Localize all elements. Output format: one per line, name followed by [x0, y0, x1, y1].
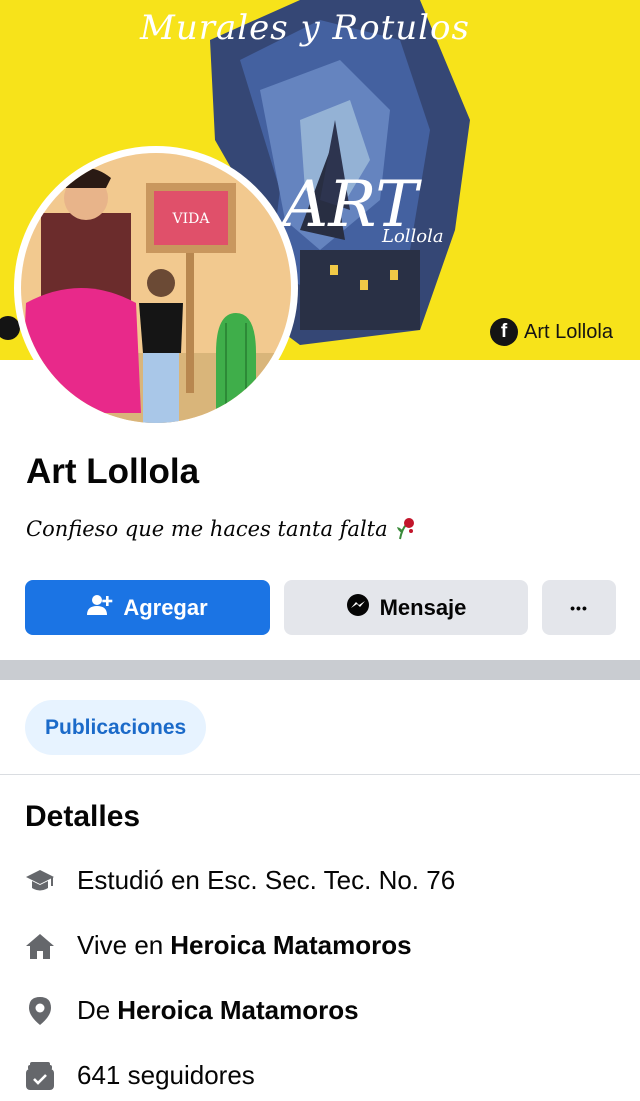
- section-separator: [0, 660, 640, 680]
- tab-publicaciones[interactable]: Publicaciones: [25, 700, 207, 755]
- profile-bio: Confieso que me haces tanta falta: [26, 515, 418, 546]
- profile-picture[interactable]: VIDA: [14, 146, 298, 430]
- profile-bio-text: Confieso que me haces tanta falta: [26, 517, 388, 541]
- detail-from-prefix: De: [77, 995, 111, 1025]
- profile-picture-image: VIDA: [21, 153, 291, 423]
- detail-education-text: Estudió en Esc. Sec. Tec. No. 76: [77, 865, 456, 895]
- detail-lives-in-prefix: Vive en: [77, 930, 164, 960]
- detail-row-followers[interactable]: 641 seguidores: [25, 1060, 255, 1091]
- detail-row-from: De Heroica Matamoros: [25, 995, 359, 1026]
- details-title: Detalles: [25, 800, 141, 833]
- cover-art-subtitle: Lollola: [382, 226, 444, 247]
- messenger-icon: [346, 593, 370, 623]
- location-pin-icon: [25, 996, 55, 1026]
- home-icon: [25, 931, 55, 961]
- wilted-rose-icon: [392, 515, 418, 546]
- graduation-cap-icon: [25, 866, 55, 896]
- followers-icon: [25, 1061, 55, 1091]
- detail-row-lives-in: Vive en Heroica Matamoros: [25, 930, 412, 961]
- facebook-icon: f: [490, 318, 518, 346]
- profile-name: Art Lollola: [26, 452, 200, 491]
- detail-from-place[interactable]: Heroica Matamoros: [117, 995, 358, 1026]
- tab-publicaciones-label: Publicaciones: [45, 715, 187, 739]
- detail-row-education: Estudió en Esc. Sec. Tec. No. 76: [25, 865, 455, 896]
- svg-text:VIDA: VIDA: [172, 211, 211, 227]
- detail-lives-in-place[interactable]: Heroica Matamoros: [170, 930, 411, 961]
- message-label: Mensaje: [379, 594, 467, 620]
- cover-facebook-tag: f Art Lollola: [490, 318, 613, 346]
- cover-script-text: Murales y Rotulos: [140, 8, 470, 48]
- cover-facebook-tag-text: Art Lollola: [524, 320, 613, 343]
- add-friend-label: Agregar: [123, 594, 208, 620]
- add-friend-button[interactable]: Agregar: [25, 580, 270, 635]
- divider: [0, 774, 640, 775]
- detail-followers-text: 641 seguidores: [77, 1060, 255, 1090]
- message-button[interactable]: Mensaje: [284, 580, 528, 635]
- more-options-icon: •••: [570, 599, 588, 616]
- add-friend-icon: [87, 593, 113, 623]
- more-options-button[interactable]: •••: [542, 580, 616, 635]
